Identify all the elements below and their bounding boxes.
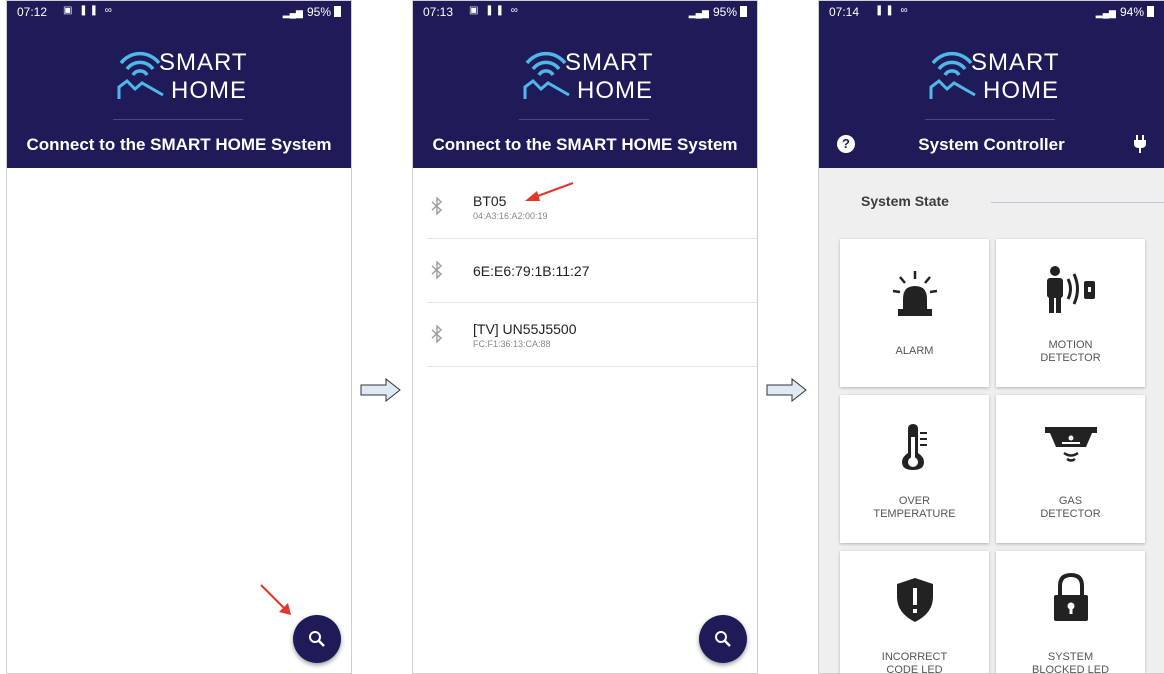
status-right: ▂▄▆ 95% <box>283 5 341 19</box>
bluetooth-icon <box>431 197 443 215</box>
notification-icons: ▣ ❚❚ ∞ <box>63 5 114 16</box>
app-header: 07:12 ▣ ❚❚ ∞ ▂▄▆ 95% SMART HOME Connect t… <box>7 1 351 168</box>
flow-arrow-right <box>766 378 807 402</box>
battery-percent: 95% <box>712 5 737 19</box>
padlock-icon <box>1054 573 1088 621</box>
signal-icon: ▂▄▆ <box>1095 8 1116 18</box>
status-bar: 07:12 ▣ ❚❚ ∞ ▂▄▆ 95% <box>7 1 351 23</box>
section-divider <box>991 202 1164 203</box>
device-name: 6E:E6:79:1B:11:27 <box>473 263 590 279</box>
smart-home-logo: SMART HOME <box>413 41 757 111</box>
page-subtitle: Connect to the SMART HOME System <box>432 135 738 154</box>
card-label-line: MOTION <box>1048 339 1093 351</box>
wifi-house-icon <box>117 51 164 99</box>
wifi-house-icon <box>523 51 570 99</box>
scan-button[interactable] <box>293 615 341 663</box>
battery-percent: 94% <box>1119 5 1144 19</box>
status-right: ▂▄▆ 94% <box>1096 5 1154 19</box>
wifi-house-icon <box>929 51 976 99</box>
incorrect-code-card[interactable]: INCORRECT CODE LED <box>840 551 989 674</box>
app-header: 07:14 ❚❚ ∞ ▂▄▆ 94% SMART HOME ? System Co… <box>819 1 1164 168</box>
battery-icon <box>334 6 341 17</box>
logo-text-smart: SMART <box>159 49 248 76</box>
status-time: 07:14 <box>829 5 860 19</box>
scan-screen: 07:12 ▣ ❚❚ ∞ ▂▄▆ 95% SMART HOME Connect t… <box>6 0 352 674</box>
system-blocked-card[interactable]: SYSTEM BLOCKED LED <box>996 551 1145 674</box>
scan-button[interactable] <box>699 615 747 663</box>
page-subtitle: Connect to the SMART HOME System <box>26 135 332 154</box>
device-item[interactable]: BT05 04:A3:16:A2:00:19 <box>427 175 757 239</box>
app-header: 07:13 ▣ ❚❚ ∞ ▂▄▆ 95% SMART HOME Connect t… <box>413 1 757 168</box>
card-label-line: DETECTOR <box>1040 352 1101 364</box>
logo-text-home: HOME <box>577 77 653 104</box>
annotation-arrow <box>525 182 574 201</box>
disconnect-plug-icon[interactable] <box>1133 135 1147 153</box>
gas-detector-icon <box>1045 427 1097 462</box>
battery-icon <box>1147 6 1154 17</box>
card-label-line: INCORRECT <box>881 651 948 663</box>
device-list-screen: 07:13 ▣ ❚❚ ∞ ▂▄▆ 95% SMART HOME Connect t… <box>412 0 758 674</box>
notification-icons: ❚❚ ∞ <box>875 5 910 16</box>
device-mac: FC:F1:36:13:CA:88 <box>473 339 551 349</box>
over-temperature-card[interactable]: OVER TEMPERATURE <box>840 395 989 543</box>
card-label: GAS DETECTOR <box>996 495 1145 521</box>
flow-arrow-right <box>360 378 401 402</box>
card-label: MOTION DETECTOR <box>996 339 1145 365</box>
logo-text-smart: SMART <box>565 49 654 76</box>
card-label-line: CODE LED <box>886 664 943 674</box>
smart-home-logo: SMART HOME <box>7 41 351 111</box>
thermometer-icon <box>902 424 927 470</box>
card-label-line: SYSTEM <box>1047 651 1094 663</box>
search-icon <box>715 631 731 647</box>
status-bar: 07:13 ▣ ❚❚ ∞ ▂▄▆ 95% <box>413 1 757 23</box>
logo-text-smart: SMART <box>971 49 1060 76</box>
smart-home-logo: SMART HOME <box>819 41 1164 111</box>
motion-detector-card[interactable]: MOTION DETECTOR <box>996 239 1145 387</box>
search-icon <box>309 631 325 647</box>
status-time: 07:12 <box>17 5 48 19</box>
header-divider <box>113 119 243 120</box>
card-label-line: OVER <box>898 495 931 507</box>
battery-icon <box>740 6 747 17</box>
section-title: System State <box>861 193 949 209</box>
card-label-line: DETECTOR <box>1040 508 1101 520</box>
card-label: OVER TEMPERATURE <box>840 495 989 521</box>
card-label: INCORRECT CODE LED <box>840 651 989 674</box>
device-item[interactable]: [TV] UN55J5500 FC:F1:36:13:CA:88 <box>427 303 757 367</box>
header-divider <box>519 119 649 120</box>
shield-alert-icon <box>897 578 933 622</box>
notification-icons: ▣ ❚❚ ∞ <box>469 5 520 16</box>
status-bar: 07:14 ❚❚ ∞ ▂▄▆ 94% <box>819 1 1164 23</box>
status-right: ▂▄▆ 95% <box>689 5 747 19</box>
logo-text-home: HOME <box>983 77 1059 104</box>
header-divider <box>925 119 1055 120</box>
card-label-line: TEMPERATURE <box>873 508 956 520</box>
card-label: SYSTEM BLOCKED LED <box>996 651 1145 674</box>
device-mac: 04:A3:16:A2:00:19 <box>473 211 548 221</box>
gas-detector-card[interactable]: GAS DETECTOR <box>996 395 1145 543</box>
motion-detector-icon <box>1047 266 1095 313</box>
logo-text-home: HOME <box>171 77 247 104</box>
card-label-line: GAS <box>1058 495 1083 507</box>
card-label: ALARM <box>840 345 989 358</box>
bluetooth-icon <box>431 325 443 343</box>
card-label-line: BLOCKED LED <box>1031 664 1110 674</box>
device-name: [TV] UN55J5500 <box>473 321 577 337</box>
status-time: 07:13 <box>423 5 454 19</box>
signal-icon: ▂▄▆ <box>282 8 303 18</box>
controller-screen: 07:14 ❚❚ ∞ ▂▄▆ 94% SMART HOME ? System Co… <box>818 0 1164 674</box>
page-title: System Controller <box>918 135 1065 154</box>
signal-icon: ▂▄▆ <box>688 8 709 18</box>
battery-percent: 95% <box>306 5 331 19</box>
siren-icon <box>892 271 938 316</box>
device-item[interactable]: 6E:E6:79:1B:11:27 <box>427 239 757 303</box>
bluetooth-icon <box>431 261 443 279</box>
annotation-arrow <box>260 584 291 615</box>
card-label-line: ALARM <box>895 345 934 357</box>
device-name: BT05 <box>473 193 507 209</box>
alarm-card[interactable]: ALARM <box>840 239 989 387</box>
